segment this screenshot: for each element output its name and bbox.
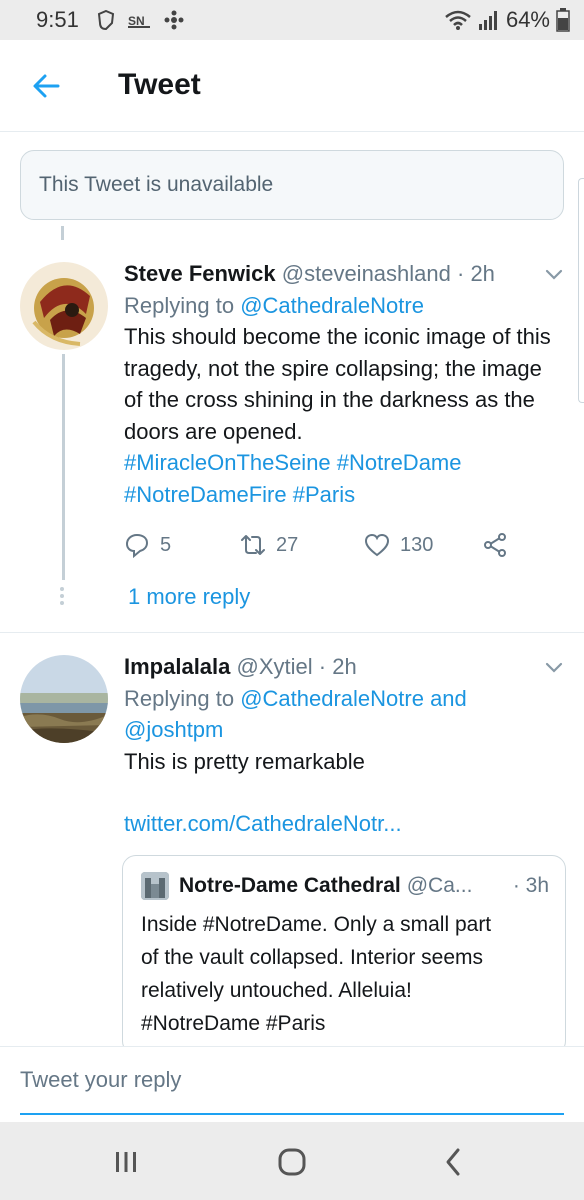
battery-percent: 64% [505, 7, 550, 32]
tweet-actions: 5 27 130 [124, 532, 524, 562]
quoted-author-name: Notre-Dame Cathedral [179, 874, 401, 897]
svg-text:SN: SN [128, 14, 145, 28]
hashtags-line-2[interactable]: #NotreDameFire #Paris [124, 479, 564, 511]
retweet-icon [241, 535, 265, 555]
reply-icon [125, 533, 149, 558]
like-count: 130 [400, 533, 434, 556]
chevron-down-icon[interactable] [542, 655, 566, 679]
author-name[interactable]: Steve Fenwick [124, 261, 276, 286]
input-underline [20, 1113, 564, 1115]
author-name[interactable]: Impalalala [124, 654, 230, 679]
replying-to: Replying to @CathedraleNotre and [124, 685, 467, 711]
thread-line [61, 226, 64, 240]
nhl-icon [97, 10, 115, 30]
mention-link[interactable]: @CathedraleNotre [240, 293, 424, 318]
mention-link[interactable]: @joshtpm [124, 714, 564, 746]
status-time: 9:51 [36, 7, 79, 32]
share-button[interactable] [482, 532, 508, 558]
author-handle[interactable]: @steveinashland [282, 261, 451, 286]
chevron-down-icon[interactable] [542, 262, 566, 286]
more-replies-link[interactable]: 1 more reply [128, 584, 250, 610]
author-handle[interactable]: @Xytiel [237, 654, 313, 679]
home-icon[interactable] [272, 1146, 312, 1178]
reply-count: 5 [160, 533, 172, 556]
battery-icon [556, 8, 570, 32]
recents-icon[interactable] [106, 1146, 146, 1178]
tweet-time: · 2h [457, 261, 495, 286]
quoted-tweet[interactable]: Notre-Dame Cathedral @Ca... · 3h Inside … [122, 855, 566, 1055]
unavailable-tweet-card: This Tweet is unavailable [20, 150, 564, 220]
url-link[interactable]: twitter.com/CathedraleNotr... [124, 808, 564, 840]
like-button[interactable]: 130 [364, 532, 433, 558]
quoted-tweet-text: Inside #NotreDame. Only a small part of … [141, 913, 492, 1035]
back-icon[interactable] [434, 1146, 474, 1178]
avatar[interactable] [20, 262, 108, 350]
wifi-icon [445, 10, 471, 30]
status-bar: 9:51 SN 64% [0, 0, 584, 40]
thread-line [62, 354, 65, 580]
tweet-time: · 2h [318, 654, 357, 679]
more-dots-icon [60, 587, 64, 605]
avatar[interactable] [20, 655, 108, 743]
quoted-avatar [141, 872, 169, 900]
quoted-author-handle: @Ca... [406, 874, 473, 897]
sportsnet-icon: SN [128, 14, 150, 28]
reply-composer: Tweet your reply [0, 1046, 584, 1122]
share-icon [484, 533, 506, 557]
reply-button[interactable]: 5 [124, 532, 171, 558]
quoted-tweet-time: · 3h [512, 874, 549, 897]
arrow-left-icon[interactable] [28, 68, 64, 104]
system-nav-bar [0, 1122, 584, 1200]
tweet-steve-fenwick[interactable]: Steve Fenwick @steveinashland · 2h Reply… [0, 240, 584, 620]
page-title: Tweet [118, 68, 201, 101]
reply-input[interactable]: Tweet your reply [20, 1067, 564, 1103]
app-header: Tweet [0, 40, 584, 132]
heart-icon [364, 533, 390, 557]
cbc-icon [164, 10, 184, 30]
hashtags-line-1[interactable]: #MiracleOnTheSeine #NotreDame [124, 447, 564, 479]
tweet-text: This should become the iconic image of t… [124, 324, 551, 444]
retweet-button[interactable]: 27 [240, 532, 298, 558]
tweet-text: This is pretty remarkable [124, 748, 365, 774]
unavailable-text: This Tweet is unavailable [39, 173, 274, 196]
signal-icon [478, 11, 497, 30]
retweet-count: 27 [276, 533, 299, 556]
mention-link[interactable]: @CathedraleNotre [240, 686, 424, 711]
replying-to: Replying to @CathedraleNotre [124, 292, 424, 318]
